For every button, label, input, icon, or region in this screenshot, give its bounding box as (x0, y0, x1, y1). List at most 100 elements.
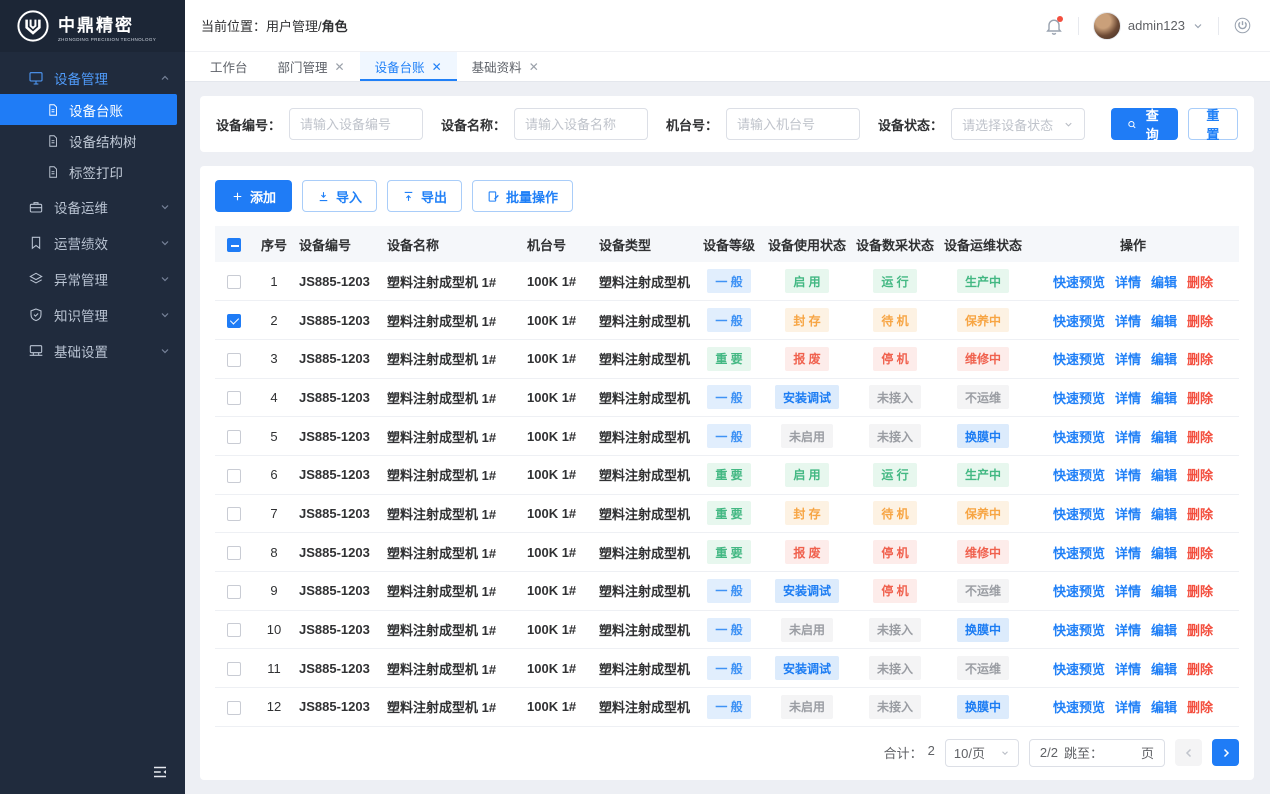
action-quick-preview[interactable]: 快速预览 (1053, 584, 1105, 599)
action-edit[interactable]: 编辑 (1151, 352, 1177, 367)
sidebar-item-1[interactable]: 设备运维 (0, 191, 185, 223)
action-quick-preview[interactable]: 快速预览 (1053, 352, 1105, 367)
action-delete[interactable]: 删除 (1187, 507, 1213, 522)
action-detail[interactable]: 详情 (1115, 275, 1141, 290)
prev-page-button[interactable] (1175, 739, 1202, 766)
action-delete[interactable]: 删除 (1187, 352, 1213, 367)
action-detail[interactable]: 详情 (1115, 430, 1141, 445)
action-delete[interactable]: 删除 (1187, 662, 1213, 677)
action-edit[interactable]: 编辑 (1151, 468, 1177, 483)
action-delete[interactable]: 删除 (1187, 275, 1213, 290)
action-edit[interactable]: 编辑 (1151, 584, 1177, 599)
action-quick-preview[interactable]: 快速预览 (1053, 507, 1105, 522)
row-checkbox[interactable] (227, 507, 241, 521)
action-quick-preview[interactable]: 快速预览 (1053, 430, 1105, 445)
action-quick-preview[interactable]: 快速预览 (1053, 275, 1105, 290)
select-all-checkbox[interactable] (227, 238, 241, 252)
sidebar-item-0[interactable]: 设备管理 (0, 62, 185, 94)
action-delete[interactable]: 删除 (1187, 584, 1213, 599)
tab-2[interactable]: 设备台账✕ (360, 52, 457, 81)
action-detail[interactable]: 详情 (1115, 623, 1141, 638)
action-quick-preview[interactable]: 快速预览 (1053, 700, 1105, 715)
action-edit[interactable]: 编辑 (1151, 314, 1177, 329)
sidebar-collapse-icon[interactable] (151, 763, 169, 781)
ops-status-badge: 生产中 (957, 269, 1009, 293)
query-button[interactable]: 查询 (1111, 108, 1178, 140)
tab-1[interactable]: 部门管理✕ (263, 52, 360, 81)
row-checkbox[interactable] (227, 662, 241, 676)
action-quick-preview[interactable]: 快速预览 (1053, 391, 1105, 406)
action-quick-preview[interactable]: 快速预览 (1053, 623, 1105, 638)
action-detail[interactable]: 详情 (1115, 584, 1141, 599)
tab-close-icon[interactable]: ✕ (529, 60, 539, 74)
action-delete[interactable]: 删除 (1187, 546, 1213, 561)
action-quick-preview[interactable]: 快速预览 (1053, 662, 1105, 677)
batch-button[interactable]: 批量操作 (472, 180, 573, 212)
action-detail[interactable]: 详情 (1115, 468, 1141, 483)
next-page-button[interactable] (1212, 739, 1239, 766)
user-menu[interactable]: admin123 (1093, 12, 1204, 40)
sidebar-item-3[interactable]: 异常管理 (0, 263, 185, 295)
page-size-select[interactable]: 10/页 (945, 739, 1019, 767)
sidebar-item-2[interactable]: 运营绩效 (0, 227, 185, 259)
action-detail[interactable]: 详情 (1115, 391, 1141, 406)
action-delete[interactable]: 删除 (1187, 700, 1213, 715)
action-edit[interactable]: 编辑 (1151, 546, 1177, 561)
logout-power-icon[interactable] (1233, 16, 1252, 35)
action-delete[interactable]: 删除 (1187, 468, 1213, 483)
action-quick-preview[interactable]: 快速预览 (1053, 468, 1105, 483)
action-edit[interactable]: 编辑 (1151, 662, 1177, 677)
export-button[interactable]: 导出 (387, 180, 462, 212)
row-checkbox[interactable] (227, 314, 241, 328)
reset-button[interactable]: 重置 (1188, 108, 1238, 140)
machine-no-input[interactable] (726, 108, 860, 140)
action-quick-preview[interactable]: 快速预览 (1053, 546, 1105, 561)
action-detail[interactable]: 详情 (1115, 546, 1141, 561)
action-detail[interactable]: 详情 (1115, 507, 1141, 522)
action-delete[interactable]: 删除 (1187, 430, 1213, 445)
tab-0[interactable]: 工作台 (195, 52, 263, 81)
row-checkbox[interactable] (227, 546, 241, 560)
device-status-select[interactable]: 请选择设备状态 (951, 108, 1085, 140)
action-detail[interactable]: 详情 (1115, 700, 1141, 715)
sidebar-subitem-0-2[interactable]: 标签打印 (0, 156, 185, 187)
sidebar-item-5[interactable]: 基础设置 (0, 335, 185, 367)
action-edit[interactable]: 编辑 (1151, 430, 1177, 445)
action-edit[interactable]: 编辑 (1151, 391, 1177, 406)
action-quick-preview[interactable]: 快速预览 (1053, 314, 1105, 329)
cell-machine-no: 100K 1# (523, 378, 595, 417)
action-edit[interactable]: 编辑 (1151, 275, 1177, 290)
device-name-input[interactable] (514, 108, 648, 140)
row-checkbox[interactable] (227, 701, 241, 715)
action-delete[interactable]: 删除 (1187, 314, 1213, 329)
row-checkbox[interactable] (227, 623, 241, 637)
import-button[interactable]: 导入 (302, 180, 377, 212)
cell-seq: 1 (253, 262, 295, 301)
row-checkbox[interactable] (227, 353, 241, 367)
tab-close-icon[interactable]: ✕ (432, 60, 442, 74)
sidebar-subitem-0-0[interactable]: 设备台账 (0, 94, 177, 125)
add-button[interactable]: 添加 (215, 180, 292, 212)
action-detail[interactable]: 详情 (1115, 662, 1141, 677)
action-delete[interactable]: 删除 (1187, 391, 1213, 406)
tab-3[interactable]: 基础资料✕ (457, 52, 554, 81)
action-detail[interactable]: 详情 (1115, 352, 1141, 367)
row-checkbox[interactable] (227, 585, 241, 599)
action-delete[interactable]: 删除 (1187, 623, 1213, 638)
tab-close-icon[interactable]: ✕ (335, 60, 345, 74)
use-status-badge: 封 存 (785, 501, 829, 525)
row-checkbox[interactable] (227, 469, 241, 483)
action-edit[interactable]: 编辑 (1151, 507, 1177, 522)
row-checkbox[interactable] (227, 275, 241, 289)
notification-bell-icon[interactable] (1044, 16, 1064, 36)
row-checkbox[interactable] (227, 391, 241, 405)
sidebar-item-4[interactable]: 知识管理 (0, 299, 185, 331)
sidebar-subitem-0-1[interactable]: 设备结构树 (0, 125, 185, 156)
device-code-input[interactable] (289, 108, 423, 140)
action-edit[interactable]: 编辑 (1151, 700, 1177, 715)
action-detail[interactable]: 详情 (1115, 314, 1141, 329)
action-edit[interactable]: 编辑 (1151, 623, 1177, 638)
daq-status-badge: 停 机 (873, 540, 917, 564)
row-checkbox[interactable] (227, 430, 241, 444)
jump-page-input[interactable] (1109, 745, 1135, 760)
